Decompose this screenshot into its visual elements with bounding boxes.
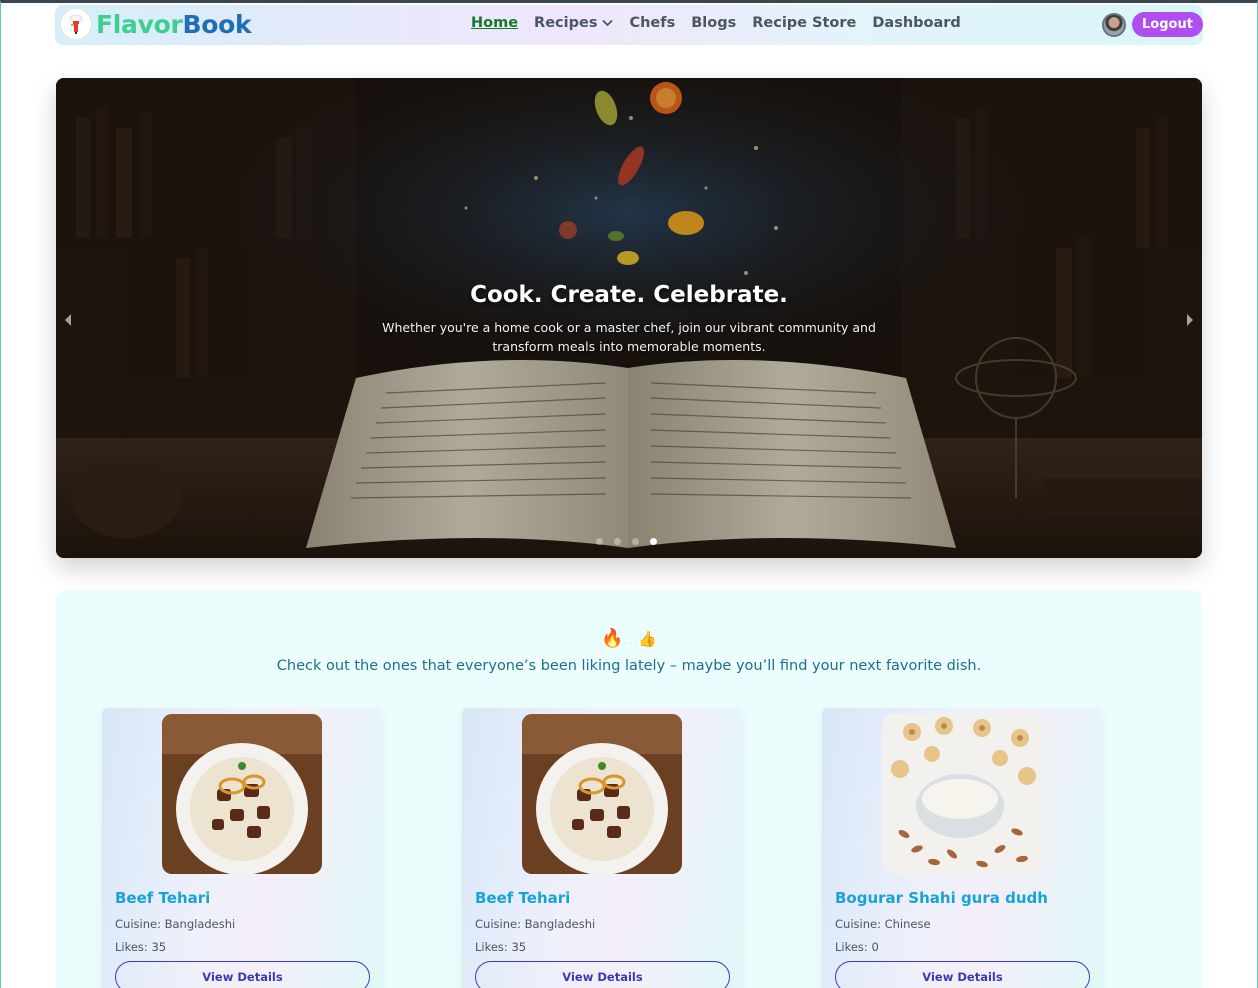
view-details-button[interactable]: View Details: [115, 961, 370, 988]
recipe-card: Beef Tehari Cuisine: Bangladeshi Likes: …: [462, 708, 742, 988]
hero-carousel: Cook. Create. Celebrate. Whether you're …: [56, 78, 1202, 558]
carousel-dot-3[interactable]: [632, 538, 639, 545]
section-description: Check out the ones that everyone’s been …: [276, 658, 982, 674]
recipe-image: [162, 714, 322, 874]
carousel-prev-button[interactable]: [62, 312, 74, 328]
recipe-image: [522, 714, 682, 874]
recipe-image: [882, 714, 1042, 874]
user-avatar[interactable]: [1102, 13, 1126, 37]
logout-button[interactable]: Logout: [1132, 12, 1203, 37]
chef-logo-icon: [61, 9, 91, 39]
brand-name-flavor: Flavor: [96, 9, 183, 39]
carousel-next-button[interactable]: [1184, 312, 1196, 328]
carousel-dot-1[interactable]: [596, 538, 603, 545]
nav-link-home[interactable]: Home: [471, 15, 518, 31]
nav-link-blogs[interactable]: Blogs: [691, 15, 736, 31]
recipe-likes: Likes: 0: [835, 940, 879, 954]
nav-link-recipes-label: Recipes: [534, 15, 598, 31]
chevron-down-icon: [602, 15, 614, 31]
brand-name-book: Book: [182, 9, 252, 39]
carousel-indicators: [596, 538, 657, 545]
carousel-dot-2[interactable]: [614, 538, 621, 545]
popular-recipes-section: 🔥…👍 Check out the ones that everyone’s b…: [56, 590, 1202, 988]
nav-link-chefs[interactable]: Chefs: [629, 15, 675, 31]
view-details-button[interactable]: View Details: [835, 961, 1090, 988]
hero-subtitle: Whether you're a home cook or a master c…: [382, 320, 876, 354]
section-emoji-row: 🔥…👍: [56, 628, 1202, 649]
recipe-cuisine: Cuisine: Chinese: [835, 917, 931, 931]
recipe-card: Beef Tehari Cuisine: Bangladeshi Likes: …: [102, 708, 382, 988]
nav-link-recipe-store[interactable]: Recipe Store: [752, 15, 856, 31]
recipe-title[interactable]: Beef Tehari: [475, 889, 570, 907]
recipe-cuisine: Cuisine: Bangladeshi: [475, 917, 596, 931]
fire-icon: 🔥: [600, 628, 624, 649]
recipe-card: Bogurar Shahi gura dudh Cuisine: Chinese…: [822, 708, 1102, 988]
recipe-likes: Likes: 35: [475, 940, 527, 954]
recipe-title[interactable]: Beef Tehari: [115, 889, 210, 907]
nav-link-recipes[interactable]: Recipes: [534, 15, 614, 31]
carousel-dot-4[interactable]: [650, 538, 657, 545]
like-hand-icon: …👍: [623, 630, 658, 648]
nav-link-dashboard[interactable]: Dashboard: [872, 15, 960, 31]
recipe-title[interactable]: Bogurar Shahi gura dudh: [835, 889, 1048, 907]
hero-title: Cook. Create. Celebrate.: [470, 282, 788, 308]
recipe-likes: Likes: 35: [115, 940, 167, 954]
navbar: FlavorBook Home Recipes Chefs Blogs Reci…: [55, 5, 1203, 45]
recipe-cuisine: Cuisine: Bangladeshi: [115, 917, 236, 931]
view-details-button[interactable]: View Details: [475, 961, 730, 988]
brand[interactable]: FlavorBook: [61, 9, 252, 39]
nav-links: Home Recipes Chefs Blogs Recipe Store Da…: [471, 15, 977, 31]
